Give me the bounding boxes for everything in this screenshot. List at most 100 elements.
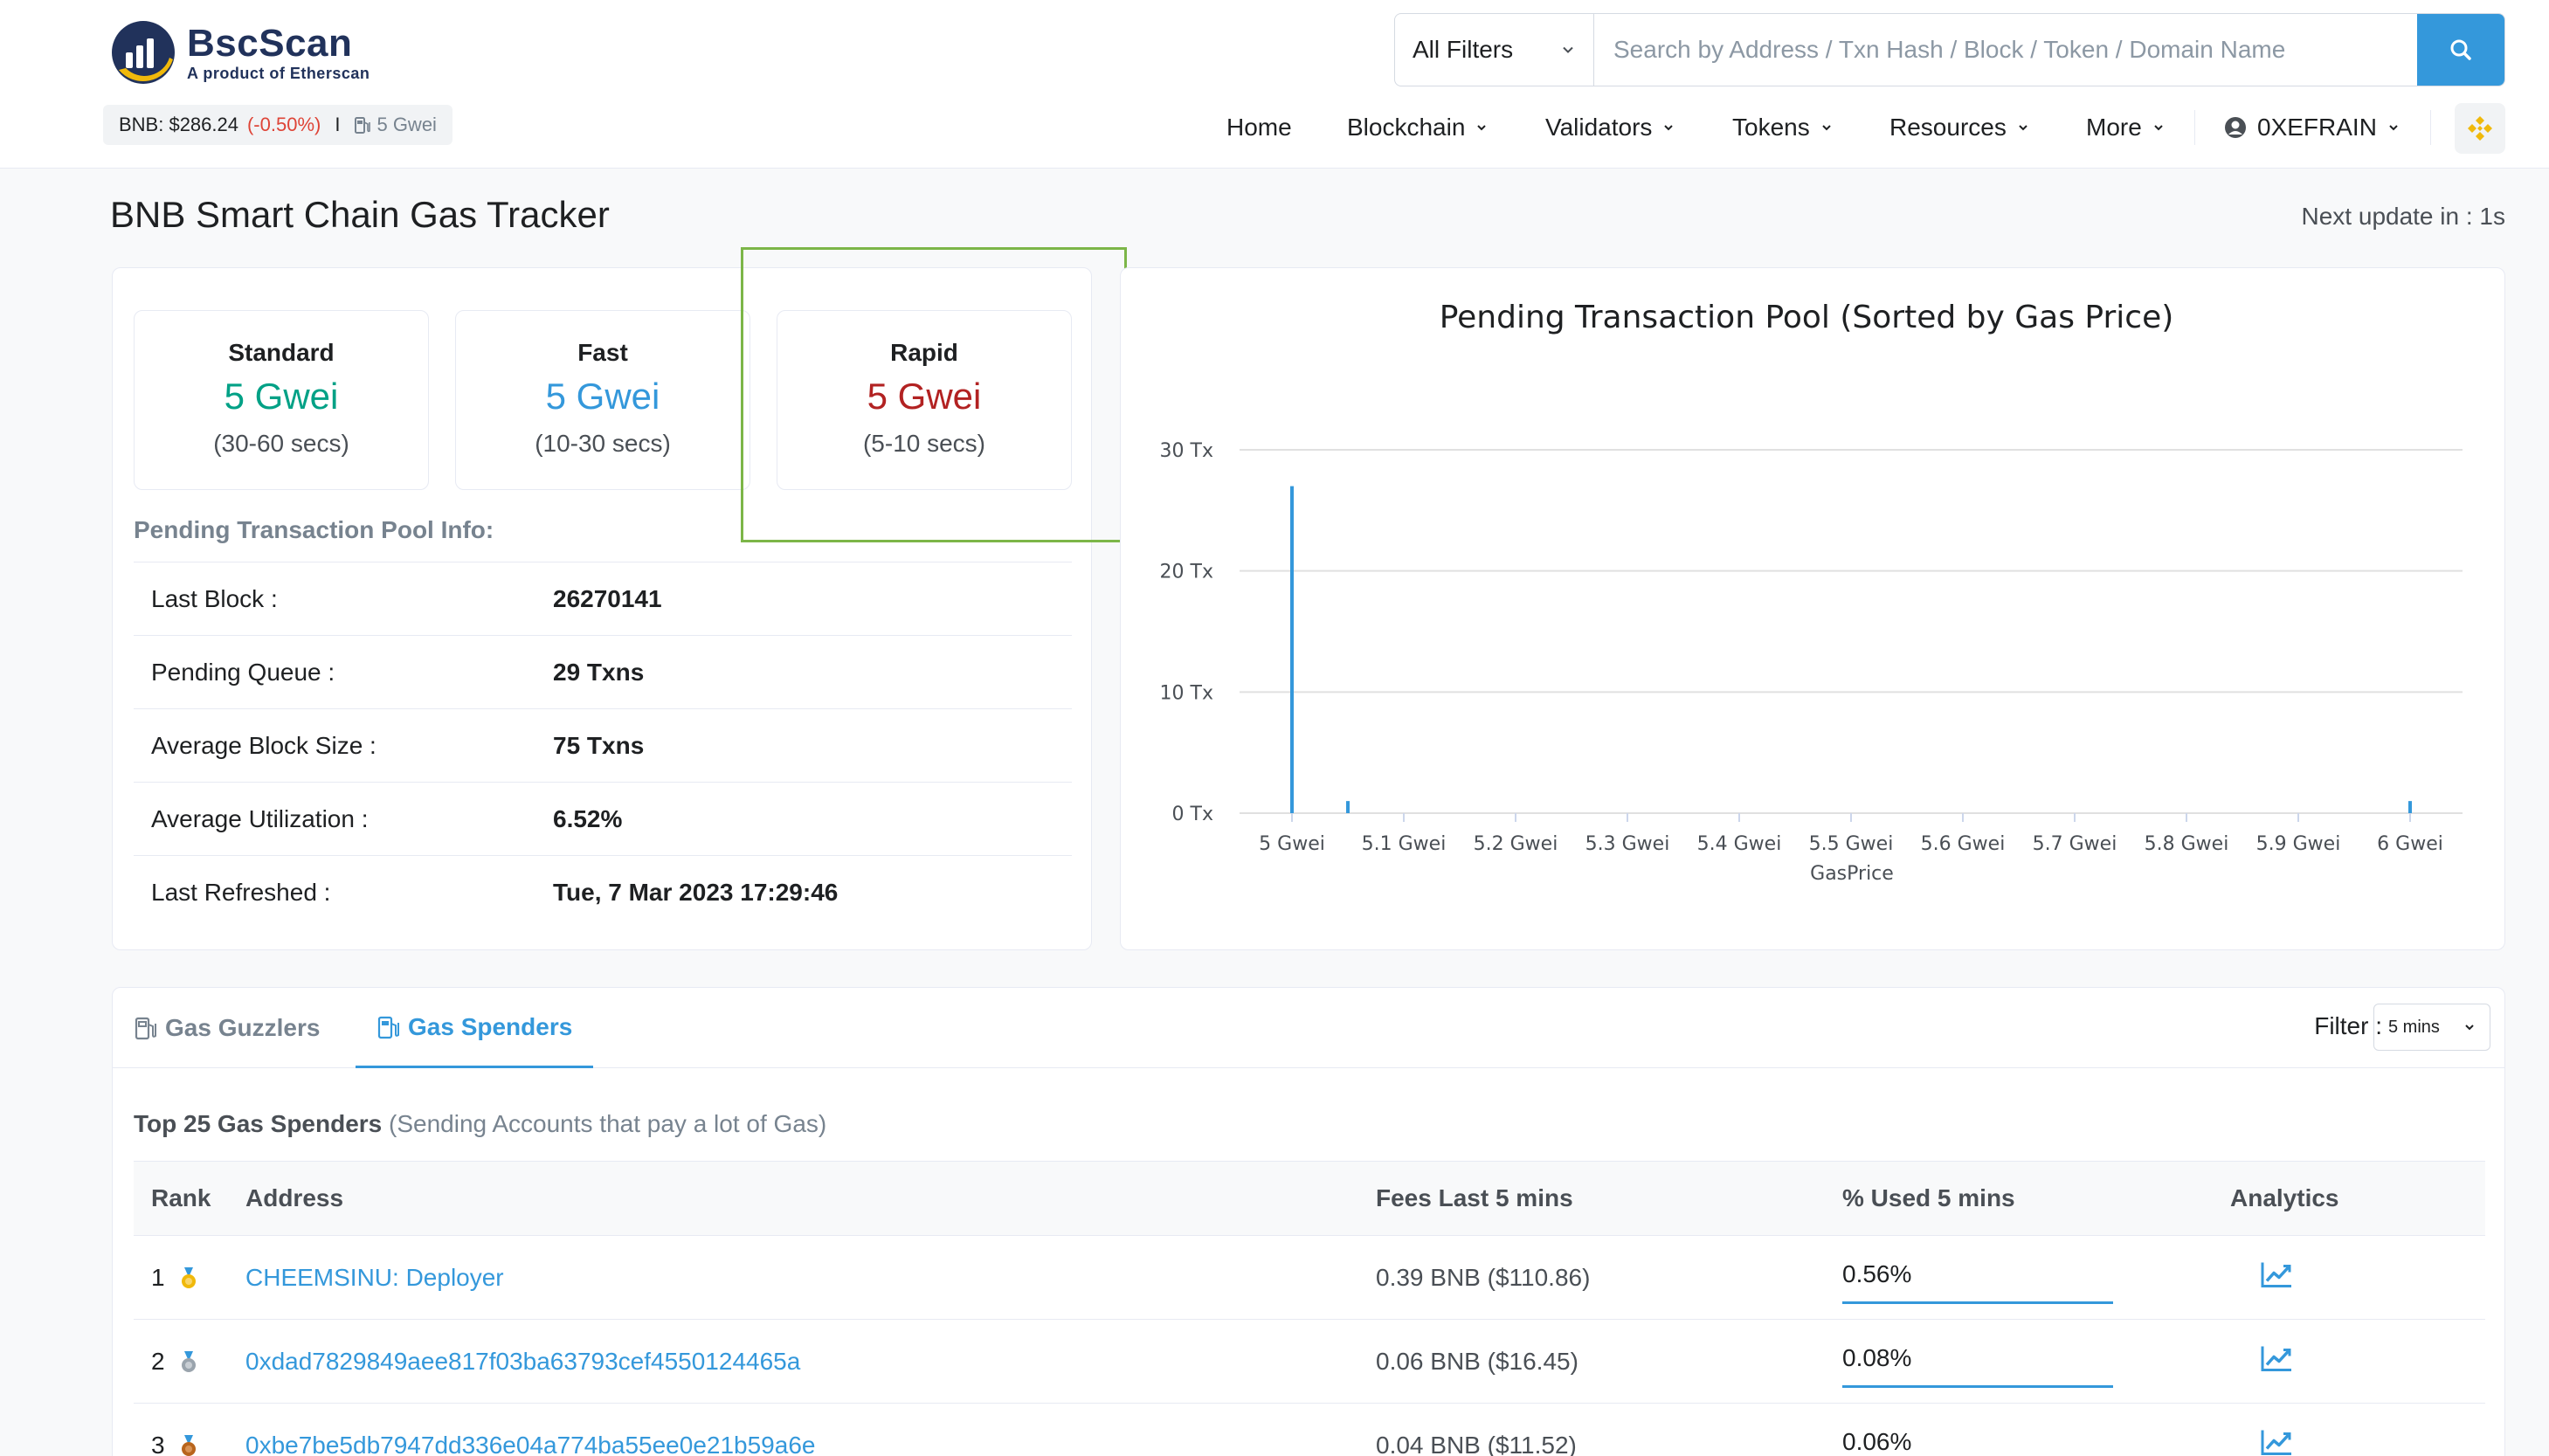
nav-validators[interactable]: Validators: [1545, 107, 1675, 148]
speed-standard: Standard 5 Gwei (30-60 secs): [134, 310, 429, 490]
speed-fast-value: 5 Gwei: [545, 376, 660, 417]
table-row: 3 0xbe7be5db7947dd336e04a774ba55ee0e21b5…: [134, 1404, 2485, 1456]
nav-home-label: Home: [1226, 114, 1292, 141]
address-link[interactable]: 0xdad7829849aee817f03ba63793cef455012446…: [245, 1348, 800, 1376]
nav-resources[interactable]: Resources: [1889, 107, 2029, 148]
bronze-medal-icon: [182, 1435, 197, 1456]
search-filter-select[interactable]: All Filters: [1395, 14, 1594, 86]
chevron-down-icon: [2154, 125, 2163, 131]
col-address: Address: [245, 1184, 344, 1211]
rank-value: 1: [151, 1263, 165, 1291]
tab-gas-guzzlers[interactable]: Gas Guzzlers: [134, 988, 320, 1068]
pool-info-value: 6.52%: [553, 804, 623, 832]
speed-standard-value: 5 Gwei: [224, 376, 339, 417]
nav-tokens[interactable]: Tokens: [1732, 107, 1833, 148]
brand-logo[interactable]: BscScan A product of Etherscan: [110, 19, 370, 86]
nav-more[interactable]: More: [2086, 107, 2165, 148]
speed-rapid: Rapid 5 Gwei (5-10 secs): [777, 310, 1072, 490]
chart-x-tick-label: 5 Gwei: [1259, 833, 1325, 855]
chart-bar[interactable]: [2408, 801, 2412, 813]
main-nav: Home Blockchain Validators Tokens Resour…: [0, 107, 2549, 148]
pool-info-table: Last Block : 26270141 Pending Queue : 29…: [134, 562, 1072, 928]
used-value: 0.56%: [1842, 1260, 1912, 1287]
nav-divider: [2194, 110, 2195, 145]
rank-value: 2: [151, 1347, 165, 1375]
pending-pool-chart: Pending Transaction Pool (Sorted by Gas …: [1160, 300, 2463, 885]
trending-chart-icon: [2261, 1262, 2291, 1287]
time-filter-value: 5 mins: [2388, 1017, 2440, 1037]
nav-account[interactable]: 0XEFRAIN: [2224, 107, 2400, 148]
chart-x-tick-label: 5.4 Gwei: [1697, 833, 1782, 855]
trending-chart-icon: [2261, 1430, 2291, 1455]
address-link[interactable]: CHEEMSINU: Deployer: [245, 1264, 504, 1292]
bnb-network-button[interactable]: [2455, 103, 2505, 154]
chevron-down-icon: [1477, 125, 1487, 131]
analytics-button[interactable]: [2260, 1428, 2293, 1456]
pool-info-value: 26270141: [553, 584, 662, 612]
speed-fast: Fast 5 Gwei (10-30 secs): [455, 310, 750, 490]
pool-info-label: Last Refreshed :: [151, 878, 331, 906]
analytics-button[interactable]: [2260, 1344, 2293, 1378]
gold-medal-icon: [182, 1267, 197, 1289]
chart-x-axis-label: GasPrice: [1810, 863, 1894, 885]
pool-info-label: Pending Queue :: [151, 658, 335, 686]
tab-gas-guzzlers-label: Gas Guzzlers: [165, 1014, 321, 1041]
used-progress: 0.08%: [1842, 1341, 2113, 1388]
nav-blockchain-label: Blockchain: [1347, 114, 1466, 141]
chart-x-tick-label: 6 Gwei: [2377, 833, 2443, 855]
site-header: BscScan A product of Etherscan BNB: $286…: [0, 0, 2549, 169]
pool-info-row: Average Utilization : 6.52%: [134, 782, 1072, 855]
chart-y-tick-label: 20 Tx: [1160, 562, 1213, 583]
pool-info-row: Last Block : 26270141: [134, 562, 1072, 635]
chart-title: Pending Transaction Pool (Sorted by Gas …: [1440, 300, 2174, 335]
rank-cell: 3: [151, 1432, 197, 1456]
tab-gas-spenders[interactable]: Gas Spenders: [356, 988, 594, 1068]
chart-bar[interactable]: [1346, 801, 1350, 813]
filter-label: Filter :: [2314, 1012, 2382, 1039]
speed-rapid-time: (5-10 secs): [862, 430, 986, 457]
chart-bar[interactable]: [1290, 486, 1294, 813]
search-icon: [2450, 39, 2471, 60]
chart-x-tick-label: 5.5 Gwei: [1809, 833, 1894, 855]
spenders-title-rest: (Sending Accounts that pay a lot of Gas): [389, 1110, 827, 1137]
pool-info-row: Pending Queue : 29 Txns: [134, 635, 1072, 708]
col-used: % Used 5 mins: [1842, 1184, 2015, 1211]
user-circle-icon: [2225, 117, 2246, 138]
fees-cell: 0.06 BNB ($16.45): [1376, 1347, 1578, 1375]
pool-info-label: Last Block :: [151, 584, 278, 612]
used-value: 0.06%: [1842, 1428, 1912, 1455]
pending-pool-chart-card: Pending Transaction Pool (Sorted by Gas …: [1120, 267, 2505, 950]
brand-name: BscScan: [187, 22, 353, 65]
address-link[interactable]: 0xbe7be5db7947dd336e04a774ba55ee0e21b59a…: [245, 1432, 815, 1456]
spenders-table: Rank Address Fees Last 5 mins % Used 5 m…: [134, 1161, 2485, 1456]
chart-x-tick-label: 5.6 Gwei: [1921, 833, 2006, 855]
time-filter-select[interactable]: 5 mins: [2373, 1004, 2490, 1051]
chart-y-tick-label: 10 Tx: [1160, 682, 1213, 704]
chevron-down-icon: [2465, 1025, 2474, 1031]
nav-home[interactable]: Home: [1226, 107, 1292, 148]
chart-y-tick-label: 30 Tx: [1160, 440, 1213, 462]
nav-validators-label: Validators: [1545, 114, 1653, 141]
nav-blockchain[interactable]: Blockchain: [1347, 107, 1488, 148]
speed-rapid-value: 5 Gwei: [867, 376, 982, 417]
gas-pump-icon: [377, 1016, 399, 1039]
search-bar: All Filters: [1394, 13, 2505, 86]
speed-rapid-label: Rapid: [890, 339, 958, 366]
chart-x-tick-label: 5.2 Gwei: [1474, 833, 1558, 855]
next-update-countdown: Next update in : 1s: [2301, 203, 2505, 230]
nav-tokens-label: Tokens: [1732, 114, 1810, 141]
used-progress: 0.06%: [1842, 1425, 2113, 1456]
table-row: 1 CHEEMSINU: Deployer 0.39 BNB ($110.86)…: [134, 1236, 2485, 1320]
pool-info-heading: Pending Transaction Pool Info:: [134, 516, 494, 543]
tab-gas-spenders-label: Gas Spenders: [408, 1012, 573, 1040]
pool-info-label: Average Utilization :: [151, 804, 369, 832]
search-input[interactable]: [1594, 14, 2417, 86]
pool-info-row: Average Block Size : 75 Txns: [134, 708, 1072, 782]
chevron-down-icon: [1563, 46, 1573, 53]
analytics-button[interactable]: [2260, 1260, 2293, 1294]
page-title: BNB Smart Chain Gas Tracker: [110, 194, 610, 235]
nav-resources-label: Resources: [1889, 114, 2007, 141]
search-button[interactable]: [2417, 14, 2504, 86]
fees-cell: 0.04 BNB ($11.52): [1376, 1431, 1577, 1456]
rank-value: 3: [151, 1431, 165, 1456]
